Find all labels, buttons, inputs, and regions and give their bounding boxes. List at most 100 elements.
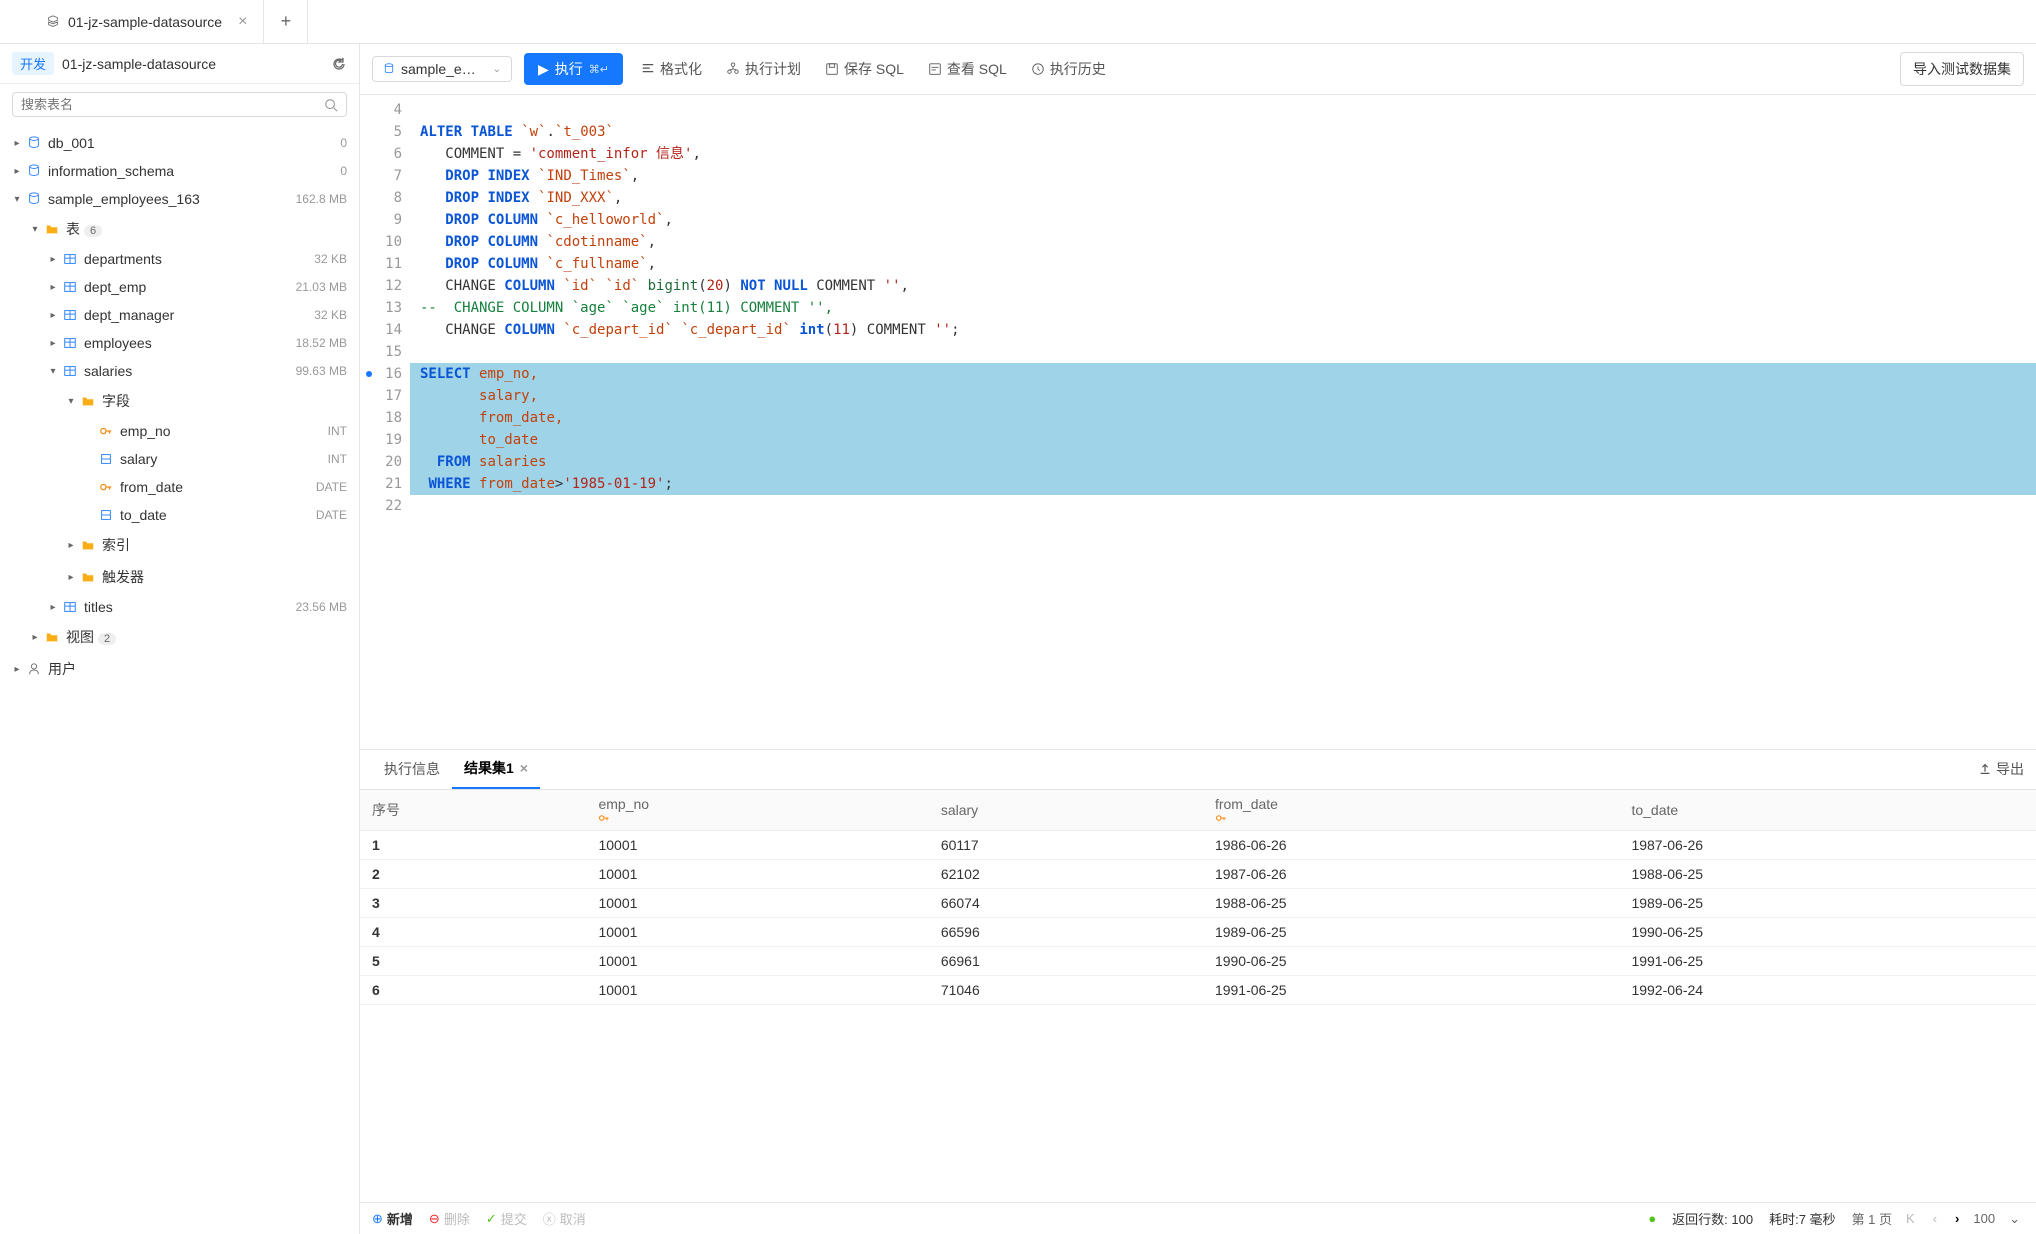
cell[interactable]: 3 [360,888,586,917]
column-header-序号[interactable]: 序号 [360,790,586,831]
line-number[interactable]: 7 [360,165,410,187]
cell[interactable]: 10001 [586,859,928,888]
line-number[interactable]: 4 [360,99,410,121]
cell[interactable]: 10001 [586,888,928,917]
tree-row-to_date[interactable]: ▸to_dateDATE [0,501,359,529]
line-number[interactable]: 18 [360,407,410,429]
line-number[interactable]: 5 [360,121,410,143]
export-button[interactable]: 导出 [1978,759,2024,779]
table-row[interactable]: 610001710461991-06-251992-06-24 [360,975,2036,1004]
code-line[interactable]: DROP COLUMN `c_helloworld`, [410,209,2036,231]
first-page-button[interactable]: K [1902,1211,1919,1226]
database-select[interactable]: sample_e… ⌄ [372,56,512,82]
line-number[interactable]: 19 [360,429,410,451]
code-line[interactable]: from_date, [410,407,2036,429]
caret-right-icon[interactable]: ▸ [48,338,58,348]
cell[interactable]: 1992-06-24 [1619,975,2036,1004]
cell[interactable]: 10001 [586,830,928,859]
line-number[interactable]: 14 [360,319,410,341]
view-sql-button[interactable]: 查看 SQL [922,55,1013,83]
cell[interactable]: 1990-06-25 [1619,917,2036,946]
page-size-chevron-icon[interactable]: ⌄ [2005,1211,2024,1227]
column-header-salary[interactable]: salary [929,790,1203,831]
cell[interactable]: 1 [360,830,586,859]
caret-right-icon[interactable]: ▸ [30,632,40,642]
line-number[interactable]: 16 [360,363,410,385]
caret-down-icon[interactable]: ▾ [66,396,76,406]
result-grid[interactable]: 序号emp_nosalaryfrom_dateto_date 110001601… [360,790,2036,1203]
code-line[interactable]: DROP COLUMN `c_fullname`, [410,253,2036,275]
editor-tab[interactable]: 01-jz-sample-datasource × [30,0,264,43]
code-line[interactable] [410,495,2036,517]
run-button[interactable]: ▶ 执行 ⌘↵ [524,53,623,85]
tree-row-sample_employees_163[interactable]: ▾sample_employees_163162.8 MB [0,185,359,213]
line-number[interactable]: 22 [360,495,410,517]
tree-row-触发器[interactable]: ▸触发器 [0,561,359,593]
cell[interactable]: 10001 [586,917,928,946]
search-input[interactable] [21,97,324,112]
cell[interactable]: 60117 [929,830,1203,859]
cell[interactable]: 1988-06-25 [1619,859,2036,888]
cell[interactable]: 1989-06-25 [1619,888,2036,917]
code-line[interactable]: FROM salaries [410,451,2036,473]
caret-right-icon[interactable]: ▸ [66,540,76,550]
sql-editor[interactable]: 45678910111213141516171819202122 ALTER T… [360,95,2036,750]
table-row[interactable]: 210001621021987-06-261988-06-25 [360,859,2036,888]
search-icon[interactable] [324,98,338,112]
code-line[interactable]: WHERE from_date>'1985-01-19'; [410,473,2036,495]
caret-down-icon[interactable]: ▾ [30,224,40,234]
tree-row-视图[interactable]: ▸视图2 [0,621,359,653]
code-line[interactable] [410,341,2036,363]
cell[interactable]: 62102 [929,859,1203,888]
cell[interactable]: 10001 [586,946,928,975]
prev-page-button[interactable]: ‹ [1929,1211,1941,1226]
cancel-button[interactable]: ⓧ 取消 [543,1209,586,1228]
caret-right-icon[interactable]: ▸ [66,572,76,582]
code-line[interactable] [410,99,2036,121]
column-header-emp_no[interactable]: emp_no [586,790,928,831]
explain-plan-button[interactable]: 执行计划 [720,55,807,83]
tree-row-emp_no[interactable]: ▸emp_noINT [0,417,359,445]
tree-row-表[interactable]: ▾表6 [0,213,359,245]
history-button[interactable]: 执行历史 [1025,55,1112,83]
cell[interactable]: 71046 [929,975,1203,1004]
format-button[interactable]: 格式化 [635,55,708,83]
code-line[interactable]: DROP COLUMN `cdotinname`, [410,231,2036,253]
caret-right-icon[interactable]: ▸ [48,602,58,612]
cell[interactable]: 1986-06-26 [1203,830,1620,859]
cell[interactable]: 2 [360,859,586,888]
cell[interactable]: 66961 [929,946,1203,975]
cell[interactable]: 1988-06-25 [1203,888,1620,917]
code-line[interactable]: -- CHANGE COLUMN `age` `age` int(11) COM… [410,297,2036,319]
import-test-data-button[interactable]: 导入测试数据集 [1900,52,2024,86]
caret-right-icon[interactable]: ▸ [48,310,58,320]
commit-button[interactable]: ✓ 提交 [486,1209,527,1228]
line-number[interactable]: 12 [360,275,410,297]
tree-row-salaries[interactable]: ▾salaries99.63 MB [0,357,359,385]
cell[interactable]: 1989-06-25 [1203,917,1620,946]
code-line[interactable]: ALTER TABLE `w`.`t_003` [410,121,2036,143]
line-number[interactable]: 17 [360,385,410,407]
tree-row-字段[interactable]: ▾字段 [0,385,359,417]
tree-row-db_001[interactable]: ▸db_0010 [0,129,359,157]
cell[interactable]: 1987-06-26 [1203,859,1620,888]
code-line[interactable]: SELECT emp_no, [410,363,2036,385]
delete-row-button[interactable]: ⊖ 删除 [429,1209,470,1228]
tree-row-dept_emp[interactable]: ▸dept_emp21.03 MB [0,273,359,301]
column-header-from_date[interactable]: from_date [1203,790,1620,831]
line-number[interactable]: 6 [360,143,410,165]
cell[interactable]: 66074 [929,888,1203,917]
tree-row-用户[interactable]: ▸用户 [0,653,359,685]
cell[interactable]: 1991-06-25 [1203,975,1620,1004]
caret-right-icon[interactable]: ▸ [12,166,22,176]
tree-row-dept_manager[interactable]: ▸dept_manager32 KB [0,301,359,329]
caret-right-icon[interactable]: ▸ [12,138,22,148]
line-number[interactable]: 11 [360,253,410,275]
exec-info-tab[interactable]: 执行信息 [372,750,452,789]
result-set-tab[interactable]: 结果集1 × [452,750,540,789]
new-tab-button[interactable]: + [264,0,308,43]
caret-down-icon[interactable]: ▾ [48,366,58,376]
table-row[interactable]: 510001669611990-06-251991-06-25 [360,946,2036,975]
caret-down-icon[interactable]: ▾ [12,194,22,204]
next-page-button[interactable]: › [1951,1211,1963,1226]
